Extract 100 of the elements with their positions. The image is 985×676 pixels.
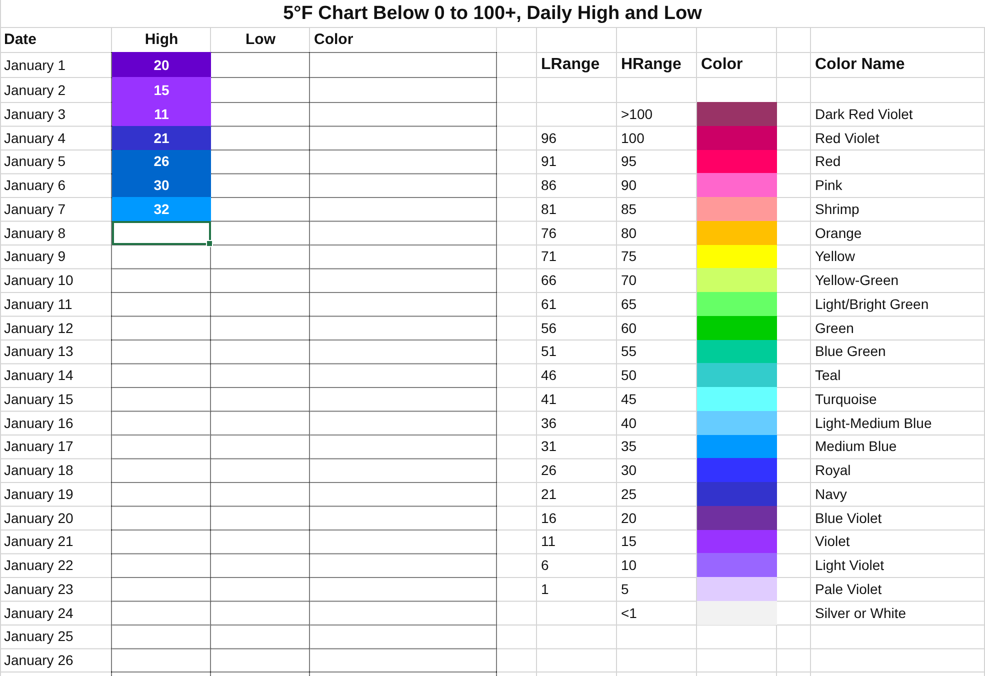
table-cell[interactable]: 21	[112, 126, 211, 150]
table-cell-text: Navy	[814, 484, 848, 504]
column-header: Low	[244, 30, 276, 50]
table-cell-text: Medium Blue	[814, 437, 898, 456]
table-cell-text: Light-Medium Blue	[814, 414, 933, 433]
table-cell-text: 25	[620, 484, 638, 504]
table-cell-text: 50	[620, 366, 638, 386]
table-cell-text: 40	[620, 414, 638, 433]
table-cell-text: Shrimp	[814, 200, 860, 219]
table-cell-text: 5	[620, 580, 630, 599]
table-cell-text: 95	[620, 152, 638, 172]
date-cell-text: January 5	[3, 152, 66, 172]
column-header: Date	[3, 30, 38, 50]
table-cell-text: Light Violet	[814, 556, 886, 576]
table-cell-text: Pink	[814, 176, 844, 196]
table-cell-text: 46	[540, 366, 558, 386]
table-cell[interactable]: 30	[112, 173, 211, 197]
table-cell-text: 6	[540, 556, 550, 576]
table-cell-text: 90	[620, 176, 638, 196]
table-cell-text: Turquoise	[814, 390, 878, 409]
table-cell-text: 10	[620, 556, 638, 576]
table-cell-text: Red	[814, 152, 842, 172]
table-cell-text: 11	[540, 532, 557, 552]
table-cell-text: 1	[540, 580, 550, 599]
date-cell-text: January 14	[3, 366, 74, 386]
table-cell-text: Green	[814, 318, 855, 338]
column-header: High	[144, 30, 180, 50]
date-cell-text: January 20	[3, 508, 74, 528]
date-cell-text: January 3	[3, 104, 66, 124]
table-cell-text: Blue Green	[814, 342, 887, 362]
date-cell-text: January 9	[3, 247, 66, 266]
table-cell-text: Red Violet	[814, 128, 880, 148]
table-cell[interactable]: 15	[112, 77, 211, 102]
table-cell-text: 71	[540, 247, 558, 266]
date-cell-text: January 19	[3, 484, 74, 504]
table-cell-text: 65	[620, 294, 638, 314]
date-cell-text: January 4	[3, 128, 66, 148]
table-cell-text: Royal	[814, 461, 852, 480]
date-cell-text: January 26	[3, 651, 74, 670]
date-cell-text: January 16	[3, 414, 74, 433]
table-cell-text: 26	[540, 461, 558, 480]
table-cell-text: 75	[620, 247, 638, 266]
table-cell-text: Yellow-Green	[814, 271, 900, 290]
table-cell-text: Violet	[814, 532, 851, 552]
table-cell-text: 15	[620, 532, 638, 552]
column-header: Color Name	[814, 54, 906, 74]
date-cell-text: January 10	[3, 271, 74, 290]
table-cell-text: Light/Bright Green	[814, 294, 930, 314]
column-header: Color	[700, 54, 744, 74]
date-cell-text: January 1	[3, 56, 66, 75]
date-cell-text: January 18	[3, 461, 74, 480]
table-cell[interactable]: 11	[112, 102, 211, 126]
table-cell-text: 21	[540, 484, 558, 504]
date-cell-text: January 15	[3, 390, 74, 409]
date-cell-text: January 11	[3, 294, 74, 314]
table-cell-text: 55	[620, 342, 638, 362]
table-cell-text: Dark Red Violet	[814, 104, 914, 124]
table-cell-text: Orange	[814, 224, 863, 243]
column-header: Color	[313, 30, 354, 50]
table-cell-text: Silver or White	[814, 604, 908, 623]
date-cell-text: January 24	[3, 604, 74, 623]
date-cell-text: January 7	[3, 200, 66, 219]
table-cell-text: Teal	[814, 366, 842, 386]
date-cell-text: January 23	[3, 580, 74, 599]
date-cell-text: January 17	[3, 437, 74, 456]
table-cell-text: 41	[540, 390, 558, 409]
table-cell-text: 51	[540, 342, 558, 362]
table-cell-text: <1	[620, 604, 638, 623]
table-cell-text: 66	[540, 271, 558, 290]
table-cell-text: Blue Violet	[814, 508, 883, 528]
table-cell-text: 45	[620, 390, 638, 409]
table-cell-text: 86	[540, 176, 558, 196]
table-cell[interactable]: 26	[112, 150, 211, 174]
table-cell-text: 80	[620, 224, 638, 243]
table-cell-text: 70	[620, 271, 638, 290]
table-cell-text: 31	[540, 437, 558, 456]
table-cell-text: 85	[620, 200, 638, 219]
column-header: LRange	[540, 54, 601, 74]
table-cell-text: 30	[620, 461, 638, 480]
table-cell-text: Pale Violet	[814, 580, 883, 599]
date-cell-text: January 21	[3, 532, 74, 552]
table-cell-text: 91	[540, 152, 558, 172]
table-cell-text: 56	[540, 318, 558, 338]
date-cell-text: January 13	[3, 342, 74, 362]
column-header: HRange	[620, 54, 682, 74]
selected-cell[interactable]	[112, 220, 211, 244]
table-cell-text: Yellow	[814, 247, 856, 266]
table-cell[interactable]: 20	[112, 52, 211, 77]
table-cell-text: >100	[620, 104, 654, 124]
sheet-title: 5°F Chart Below 0 to 100+, Daily High and Low	[282, 2, 703, 26]
date-cell-text: January 22	[3, 556, 74, 576]
date-cell-text: January 6	[3, 176, 66, 196]
table-cell[interactable]: 32	[112, 197, 211, 221]
table-cell-text: 81	[540, 200, 558, 219]
table-cell-text: 60	[620, 318, 638, 338]
table-cell-text: 100	[620, 128, 646, 148]
table-cell-text: 16	[540, 508, 558, 528]
table-cell-text: 76	[540, 224, 558, 243]
table-cell-text: 96	[540, 128, 558, 148]
table-cell-text: 36	[540, 414, 558, 433]
